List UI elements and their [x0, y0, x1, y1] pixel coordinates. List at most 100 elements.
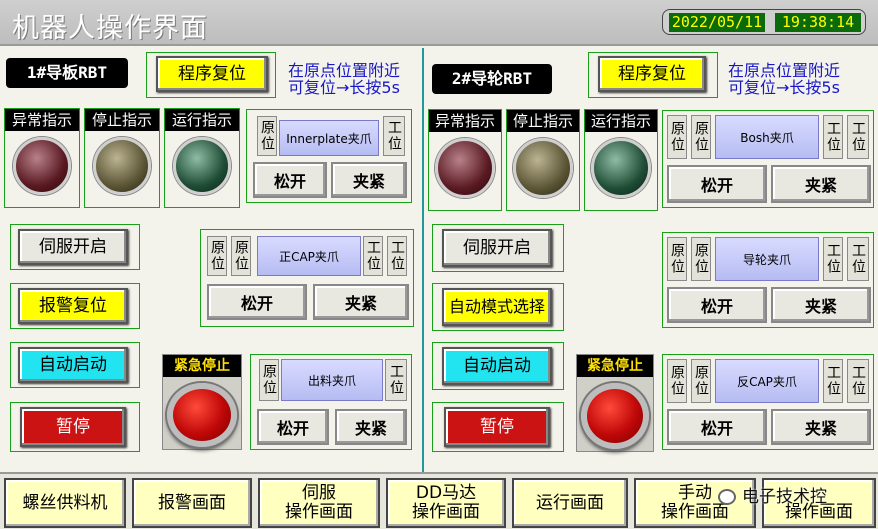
right-run-indicator: 运行指示: [584, 109, 658, 211]
nav-label: 报警画面: [158, 492, 226, 513]
work-indicator-2: 工位: [847, 359, 869, 403]
nav-label: DD马达: [415, 483, 477, 503]
right-alarm-indicator: 异常指示: [428, 109, 502, 211]
alarm-lamp: [13, 137, 71, 195]
nav-alarm-screen-button[interactable]: 报警画面: [132, 478, 252, 528]
open-button[interactable]: 松开: [257, 409, 329, 445]
work-indicator: 工位: [823, 359, 843, 403]
origin-indicator-2: 原位: [231, 236, 251, 276]
nav-screw-feeder-button[interactable]: 螺丝供料机: [4, 478, 126, 528]
robot-2-label: 2#导轮RBT: [432, 64, 552, 94]
left-run-indicator: 运行指示: [164, 108, 240, 208]
nav-label: 螺丝供料机: [22, 492, 108, 513]
work-indicator: 工位: [823, 115, 843, 159]
nav-label: 伺服: [302, 483, 336, 503]
gripper-name: Bosh夹爪: [715, 115, 819, 159]
work-indicator: 工位: [363, 236, 383, 276]
stop-lamp: [93, 137, 151, 195]
work-indicator-2: 工位: [847, 237, 869, 281]
open-button[interactable]: 松开: [253, 162, 327, 198]
gripper-name: 正CAP夹爪: [257, 236, 361, 276]
gripper-name: 导轮夹爪: [715, 237, 819, 281]
right-gripper-guide-wheel: 原位 原位 导轮夹爪 工位 工位 松开 夹紧: [662, 232, 874, 328]
left-program-reset-button[interactable]: 程序复位: [156, 56, 268, 92]
gripper-name: 出料夹爪: [281, 359, 383, 401]
left-emergency-stop-button[interactable]: [167, 383, 237, 447]
emergency-stop-label: 紧急停止: [577, 355, 653, 377]
run-lamp: [173, 137, 231, 195]
time-display: 19:38:14: [775, 13, 861, 32]
date-display: 2022/05/11: [669, 13, 765, 32]
origin-indicator: 原位: [667, 359, 687, 403]
stop-indicator-label: 停止指示: [507, 110, 579, 132]
right-reset-note-line1: 在原点位置附近: [728, 61, 841, 80]
work-indicator: 工位: [823, 237, 843, 281]
clamp-button[interactable]: 夹紧: [335, 409, 407, 445]
alarm-indicator-label: 异常指示: [429, 110, 501, 132]
robot-1-label: 1#导板RBT: [6, 58, 128, 88]
clamp-button[interactable]: 夹紧: [313, 284, 409, 320]
open-button[interactable]: 松开: [207, 284, 307, 320]
stop-indicator-label: 停止指示: [85, 109, 159, 131]
right-program-reset-button[interactable]: 程序复位: [598, 56, 706, 92]
origin-indicator: 原位: [257, 116, 277, 156]
clamp-button[interactable]: 夹紧: [771, 287, 871, 323]
gripper-name: 反CAP夹爪: [715, 359, 819, 403]
right-gripper-bosh: 原位 原位 Bosh夹爪 工位 工位 松开 夹紧: [662, 110, 874, 208]
open-button[interactable]: 松开: [667, 165, 767, 203]
clamp-button[interactable]: 夹紧: [771, 409, 871, 445]
work-indicator: 工位: [383, 116, 405, 156]
left-emergency-stop-panel: 紧急停止: [162, 354, 242, 450]
right-gripper-reverse-cap: 原位 原位 反CAP夹爪 工位 工位 松开 夹紧: [662, 354, 874, 450]
work-indicator: 工位: [385, 359, 407, 401]
left-alarm-indicator: 异常指示: [4, 108, 80, 208]
origin-indicator-2: 原位: [691, 237, 711, 281]
nav-label-2: 操作画面: [412, 502, 480, 522]
origin-indicator: 原位: [207, 236, 227, 276]
origin-indicator-2: 原位: [691, 115, 711, 159]
wechat-icon: [718, 489, 736, 505]
emergency-stop-label: 紧急停止: [163, 355, 241, 377]
left-alarm-reset-button[interactable]: 报警复位: [18, 288, 128, 324]
left-gripper-cap: 原位 原位 正CAP夹爪 工位 工位 松开 夹紧: [200, 229, 414, 327]
left-reset-note-line1: 在原点位置附近: [288, 61, 401, 80]
open-button[interactable]: 松开: [667, 409, 767, 445]
watermark: 电子技术控: [718, 482, 827, 507]
nav-label-2: 操作画面: [285, 502, 353, 522]
origin-indicator: 原位: [667, 237, 687, 281]
origin-indicator-2: 原位: [691, 359, 711, 403]
right-reset-note-line2: 可复位→长按5s: [728, 78, 840, 97]
nav-servo-operation-button[interactable]: 伺服 操作画面: [258, 478, 380, 528]
right-auto-mode-select-button[interactable]: 自动模式选择: [442, 288, 552, 326]
work-indicator-2: 工位: [387, 236, 407, 276]
alarm-lamp: [435, 138, 495, 198]
clamp-button[interactable]: 夹紧: [331, 162, 407, 198]
run-indicator-label: 运行指示: [585, 110, 657, 132]
left-stop-indicator: 停止指示: [84, 108, 160, 208]
left-gripper-innerplate: 原位 Innerplate夹爪 工位 松开 夹紧: [246, 109, 412, 203]
gripper-name: Innerplate夹爪: [279, 120, 379, 156]
nav-dd-motor-operation-button[interactable]: DD马达 操作画面: [386, 478, 506, 528]
nav-label: 运行画面: [536, 492, 604, 513]
left-pause-button[interactable]: 暂停: [20, 407, 126, 447]
alarm-indicator-label: 异常指示: [5, 109, 79, 131]
run-lamp: [591, 138, 651, 198]
panel-divider: [422, 48, 424, 472]
watermark-text: 电子技术控: [742, 487, 827, 507]
origin-indicator: 原位: [667, 115, 687, 159]
right-stop-indicator: 停止指示: [506, 109, 580, 211]
nav-run-screen-button[interactable]: 运行画面: [512, 478, 628, 528]
left-reset-note-line2: 可复位→长按5s: [288, 78, 400, 97]
right-emergency-stop-button[interactable]: [581, 383, 649, 449]
right-pause-button[interactable]: 暂停: [444, 407, 550, 447]
run-indicator-label: 运行指示: [165, 109, 239, 131]
open-button[interactable]: 松开: [667, 287, 767, 323]
clamp-button[interactable]: 夹紧: [771, 165, 871, 203]
left-gripper-discharge: 原位 出料夹爪 工位 松开 夹紧: [250, 354, 412, 450]
right-servo-on-button[interactable]: 伺服开启: [442, 229, 552, 267]
right-auto-start-button[interactable]: 自动启动: [442, 347, 552, 385]
left-servo-on-button[interactable]: 伺服开启: [18, 229, 128, 265]
left-auto-start-button[interactable]: 自动启动: [18, 347, 128, 383]
clock-panel: 2022/05/11 19:38:14: [662, 9, 866, 35]
right-emergency-stop-panel: 紧急停止: [576, 354, 654, 452]
